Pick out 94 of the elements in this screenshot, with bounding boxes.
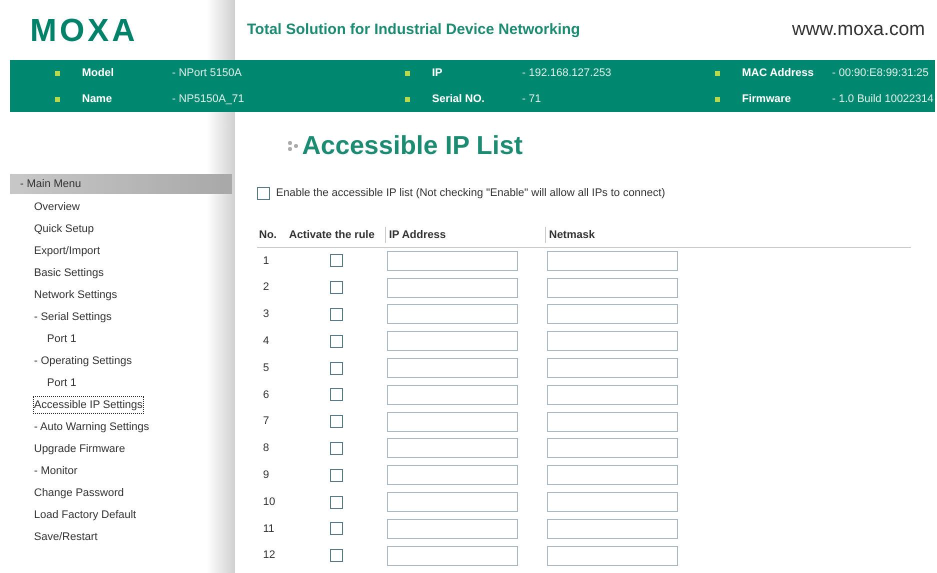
ip-address-field[interactable] [387, 358, 518, 378]
ip-address-field[interactable] [387, 492, 518, 512]
info-label: IP [432, 66, 444, 81]
netmask-field[interactable] [547, 331, 678, 352]
netmask-field[interactable] [547, 546, 678, 566]
row-number: 8 [262, 441, 270, 456]
menu-item[interactable]: - Operating Settings [34, 352, 132, 370]
netmask-field[interactable] [547, 384, 678, 405]
checkbox[interactable] [330, 522, 342, 536]
netmask-field[interactable] [547, 304, 678, 324]
bullet-icon [715, 70, 720, 76]
ip-address-field[interactable] [387, 465, 518, 486]
checkbox[interactable] [330, 388, 342, 402]
row-number: 10 [262, 494, 276, 510]
info-value: - NPort 5150A [172, 66, 242, 81]
checkbox[interactable] [330, 254, 342, 268]
column-header: Activate the rule [288, 228, 376, 243]
checkbox[interactable] [330, 362, 342, 375]
main-menu-title: - Main Menu [20, 176, 82, 192]
menu-item[interactable]: Port 1 [47, 374, 76, 392]
menu-item[interactable]: Load Factory Default [34, 506, 136, 524]
checkbox[interactable] [330, 281, 342, 294]
menu-item[interactable]: Export/Import [34, 242, 100, 260]
ip-address-field[interactable] [387, 438, 518, 458]
menu-item[interactable]: - Auto Warning Settings [34, 418, 150, 436]
website: www.moxa.com [792, 18, 925, 42]
row-number: 12 [262, 548, 276, 564]
ip-address-field[interactable] [387, 278, 518, 298]
info-label: Name [82, 92, 113, 107]
netmask-field[interactable] [547, 492, 678, 512]
menu-item[interactable]: Basic Settings [34, 264, 104, 282]
checkbox[interactable] [330, 468, 342, 482]
bullet-icon [405, 70, 410, 76]
row-number: 5 [262, 360, 270, 376]
column-header: IP Address [385, 226, 545, 244]
menu-item[interactable]: Port 1 [47, 330, 76, 348]
netmask-field[interactable] [547, 358, 678, 378]
menu-item[interactable]: Quick Setup [34, 220, 94, 238]
checkbox[interactable] [330, 549, 342, 562]
column-header: Netmask [545, 226, 911, 244]
info-value: - 00:90:E8:99:31:25 [832, 66, 929, 81]
logo: MOXA [30, 11, 138, 50]
menu-item[interactable]: Network Settings [34, 286, 118, 304]
bullet-icon [405, 96, 410, 102]
ip-address-field[interactable] [387, 304, 518, 324]
menu-item[interactable]: Save/Restart [34, 528, 98, 546]
bullet-icon [55, 96, 60, 102]
checkbox[interactable] [330, 334, 342, 348]
enable-label: Enable the accessible IP list (Not checking "Enable" will allow all IPs to connect) [276, 186, 666, 201]
row-number: 11 [262, 522, 276, 537]
row-number: 4 [262, 334, 270, 350]
netmask-field[interactable] [547, 278, 678, 298]
bullet-icon [55, 70, 60, 76]
menu-item[interactable]: Change Password [34, 484, 124, 502]
checkbox[interactable] [257, 186, 270, 200]
checkbox[interactable] [330, 308, 342, 321]
row-number: 9 [262, 468, 270, 484]
netmask-field[interactable] [547, 412, 678, 432]
checkbox[interactable] [330, 442, 342, 455]
ip-address-field[interactable] [387, 546, 518, 566]
row-number: 3 [262, 307, 270, 322]
dots-icon [287, 140, 299, 152]
menu-item[interactable]: Overview [34, 198, 80, 216]
ip-address-field[interactable] [387, 384, 518, 405]
netmask-field[interactable] [547, 250, 678, 271]
ip-address-field[interactable] [387, 250, 518, 271]
checkbox[interactable] [330, 496, 342, 509]
info-value: - NP5150A_71 [172, 92, 244, 107]
checkbox[interactable] [330, 415, 342, 428]
page-title: Accessible IP List [302, 129, 523, 162]
row-number: 2 [262, 280, 270, 296]
menu-item[interactable]: - Monitor [34, 462, 78, 480]
row-number: 7 [262, 414, 270, 430]
bullet-icon [715, 96, 720, 102]
info-label: Firmware [742, 92, 792, 107]
netmask-field[interactable] [547, 438, 678, 458]
info-value: - 71 [522, 92, 541, 107]
menu-item[interactable]: Accessible IP Settings [34, 396, 143, 414]
ip-address-field[interactable] [387, 331, 518, 352]
netmask-field[interactable] [547, 465, 678, 486]
info-value: - 1.0 Build 10022314 [832, 92, 934, 107]
info-value: - 192.168.127.253 [522, 66, 612, 81]
ip-address-field[interactable] [387, 518, 518, 539]
column-header: No. [258, 228, 278, 243]
menu-item[interactable]: Upgrade Firmware [34, 440, 126, 458]
tagline: Total Solution for Industrial Device Networking [247, 20, 582, 40]
netmask-field[interactable] [547, 518, 678, 539]
menu-item[interactable]: - Serial Settings [34, 308, 112, 326]
info-label: MAC Address [742, 66, 815, 81]
row-number: 1 [262, 254, 270, 269]
info-label: Serial NO. [432, 92, 486, 107]
info-label: Model [82, 66, 115, 81]
row-number: 6 [262, 388, 270, 403]
ip-address-field[interactable] [387, 412, 518, 432]
